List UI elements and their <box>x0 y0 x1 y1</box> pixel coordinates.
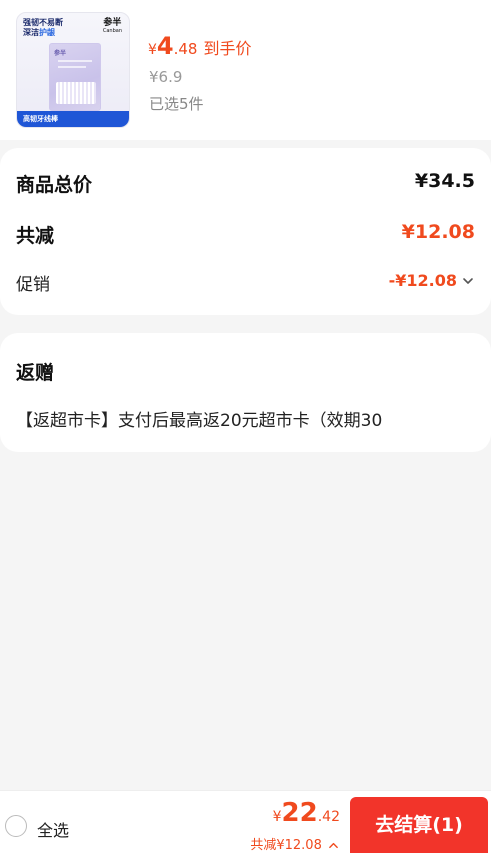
chevron-up-icon <box>329 842 338 849</box>
product-card: 强韧不易断 深洁护龈 参半 Canban 参半 高韧牙线棒 ¥4.48 到手价 ¥… <box>0 0 491 140</box>
price-summary-card: 商品总价 ¥34.5 共减 ¥12.08 促销 -¥12.08 <box>0 148 491 315</box>
checkout-button[interactable]: 去结算(1) <box>350 797 488 853</box>
product-brand-logo: 参半 Canban <box>102 18 122 34</box>
cart-discount-summary[interactable]: 共减¥12.08 <box>250 834 339 853</box>
final-price: ¥4.48 到手价 <box>148 32 252 60</box>
total-price-value: ¥34.5 <box>414 170 475 192</box>
chevron-down-icon[interactable] <box>461 274 475 288</box>
select-all-label[interactable]: 全选 <box>37 817 69 841</box>
gift-description: 【返超市卡】支付后最高返20元超市卡（效期30 <box>16 411 383 431</box>
gift-title: 返赠 <box>16 362 55 384</box>
product-image-slogan: 强韧不易断 深洁护龈 <box>23 18 63 37</box>
total-price-label: 商品总价 <box>16 174 93 196</box>
total-reduction-value: ¥12.08 <box>401 221 475 243</box>
product-image-banner: 高韧牙线棒 <box>17 111 129 127</box>
select-all-radio[interactable] <box>5 815 27 837</box>
gift-card: 返赠 【返超市卡】支付后最高返20元超市卡（效期30 <box>0 333 491 452</box>
total-reduction-label: 共减 <box>16 225 55 247</box>
promotion-value[interactable]: -¥12.08 <box>389 271 457 290</box>
promotion-label: 促销 <box>16 275 50 295</box>
cart-total-price: ¥22.42 <box>272 798 340 828</box>
product-image[interactable]: 强韧不易断 深洁护龈 参半 Canban 参半 高韧牙线棒 <box>16 12 130 128</box>
selected-quantity[interactable]: 已选5件 <box>149 93 204 114</box>
final-price-tag: 到手价 <box>203 39 252 58</box>
product-package-graphic: 参半 <box>49 43 101 111</box>
original-price: ¥6.9 <box>149 68 183 86</box>
